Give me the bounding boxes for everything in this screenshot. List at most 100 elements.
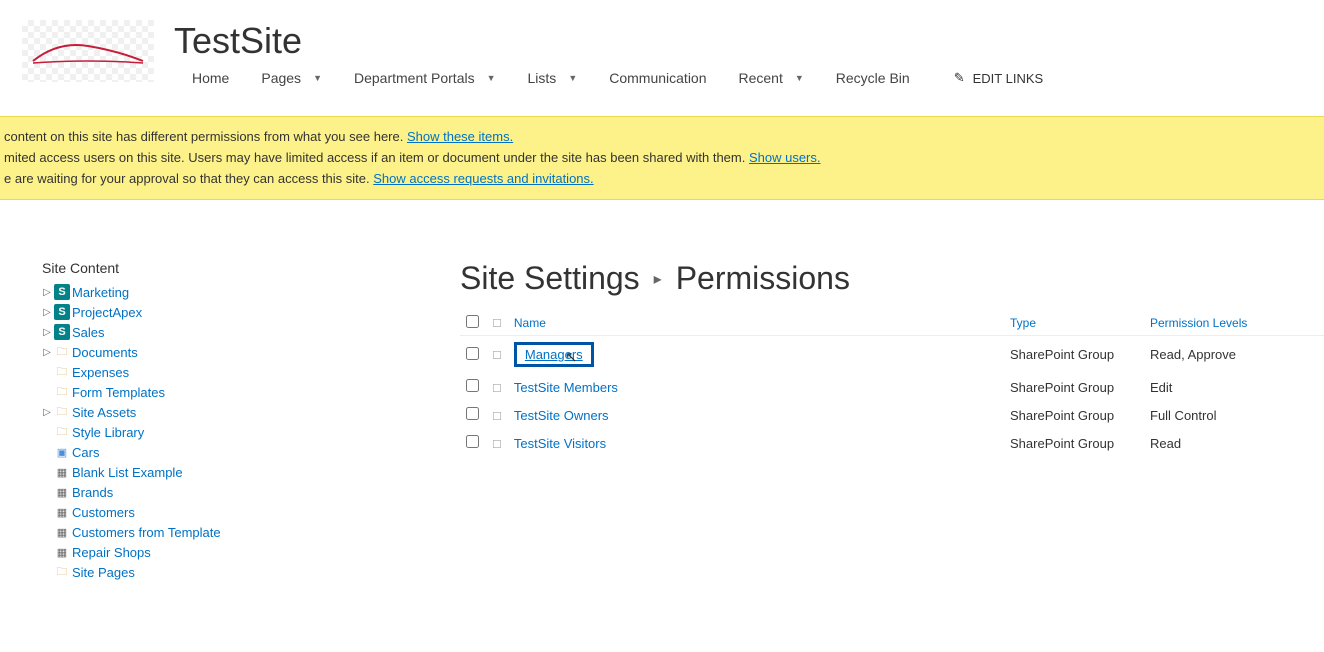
tree-link[interactable]: Marketing [72, 285, 129, 300]
type-header[interactable]: Type [1004, 311, 1144, 336]
nav-label: Lists [528, 70, 557, 86]
expander-icon[interactable]: ▷ [42, 307, 52, 318]
main-area: Site Content ▷SMarketing▷SProjectApex▷SS… [0, 200, 1324, 582]
permission-row: ☐TestSite MembersSharePoint GroupEdit [460, 373, 1324, 401]
tree-link[interactable]: Site Pages [72, 565, 135, 580]
permission-name-link[interactable]: TestSite Members [514, 380, 618, 395]
nav-label: Department Portals [354, 70, 475, 86]
permission-row: ☐ManagersSharePoint GroupRead, Approve [460, 336, 1324, 374]
permission-levels: Read [1144, 429, 1324, 457]
nav-label: Recycle Bin [836, 70, 910, 86]
folder-icon: 🗀 [54, 364, 70, 380]
permission-type: SharePoint Group [1004, 336, 1144, 374]
tree-item-documents[interactable]: ▷🗀Documents [42, 342, 400, 362]
header-right: TestSite HomePages▼Department Portals▼Li… [174, 20, 1043, 92]
permission-row: ☐TestSite VisitorsSharePoint GroupRead [460, 429, 1324, 457]
chevron-down-icon: ▼ [795, 73, 804, 83]
nav-item-pages[interactable]: Pages▼ [245, 64, 338, 92]
tree-item-expenses[interactable]: 🗀Expenses [42, 362, 400, 382]
list-icon: ▦ [54, 524, 70, 540]
show-requests-link[interactable]: Show access requests and invitations. [373, 171, 593, 186]
show-users-link[interactable]: Show users. [749, 150, 821, 165]
tree-item-sales[interactable]: ▷SSales [42, 322, 400, 342]
image-icon: ▣ [54, 444, 70, 460]
edit-icon: ☐ [492, 318, 502, 330]
list-icon: ▦ [54, 464, 70, 480]
nav-item-department-portals[interactable]: Department Portals▼ [338, 64, 512, 92]
row-checkbox[interactable] [466, 347, 479, 360]
tree-item-customers[interactable]: ▦Customers [42, 502, 400, 522]
row-checkbox[interactable] [466, 435, 479, 448]
permission-name-link[interactable]: TestSite Visitors [514, 436, 606, 451]
permissions-table: ☐ Name Type Permission Levels ☐ Managers S… [460, 311, 1324, 457]
folder-icon: 🗀 [54, 404, 70, 420]
levels-header[interactable]: Permission Levels [1144, 311, 1324, 336]
chevron-down-icon: ▼ [313, 73, 322, 83]
list-icon: ▦ [54, 544, 70, 560]
nav-item-recycle-bin[interactable]: Recycle Bin [820, 64, 926, 92]
row-checkbox[interactable] [466, 407, 479, 420]
site-content-tree: ▷SMarketing▷SProjectApex▷SSales▷🗀Documen… [42, 282, 400, 582]
folder-icon: 🗀 [54, 384, 70, 400]
tree-link[interactable]: Site Assets [72, 405, 136, 420]
nav-item-lists[interactable]: Lists▼ [512, 64, 594, 92]
notification-line-1: content on this site has different permi… [4, 127, 1324, 148]
tree-item-site-assets[interactable]: ▷🗀Site Assets [42, 402, 400, 422]
row-edit-icon[interactable]: ☐ [492, 411, 502, 423]
row-edit-icon[interactable]: ☐ [492, 439, 502, 451]
tree-link[interactable]: Customers from Template [72, 525, 221, 540]
select-all-header [460, 311, 486, 336]
select-all-checkbox[interactable] [466, 315, 479, 328]
tree-item-projectapex[interactable]: ▷SProjectApex [42, 302, 400, 322]
tree-link[interactable]: Brands [72, 485, 113, 500]
tree-item-repair-shops[interactable]: ▦Repair Shops [42, 542, 400, 562]
notification-text: mited access users on this site. Users m… [4, 150, 749, 165]
tree-item-blank-list-example[interactable]: ▦Blank List Example [42, 462, 400, 482]
tree-item-marketing[interactable]: ▷SMarketing [42, 282, 400, 302]
tree-item-form-templates[interactable]: 🗀Form Templates [42, 382, 400, 402]
tree-item-customers-from-template[interactable]: ▦Customers from Template [42, 522, 400, 542]
edit-links-button[interactable]: ✎EDIT LINKS [954, 70, 1043, 86]
nav-item-communication[interactable]: Communication [593, 64, 722, 92]
tree-link[interactable]: Blank List Example [72, 465, 183, 480]
expander-icon[interactable]: ▷ [42, 287, 52, 298]
nav-label: Communication [609, 70, 706, 86]
tree-link[interactable]: Cars [72, 445, 99, 460]
show-items-link[interactable]: Show these items. [407, 129, 513, 144]
permission-levels: Full Control [1144, 401, 1324, 429]
tree-link[interactable]: Style Library [72, 425, 144, 440]
row-edit-icon[interactable]: ☐ [492, 383, 502, 395]
breadcrumb-part-1[interactable]: Site Settings [460, 260, 640, 297]
notification-text: e are waiting for your approval so that … [4, 171, 373, 186]
expander-icon[interactable]: ▷ [42, 327, 52, 338]
breadcrumb-part-2: Permissions [676, 260, 850, 297]
name-header[interactable]: Name [508, 311, 1004, 336]
nav-item-recent[interactable]: Recent▼ [723, 64, 820, 92]
permission-name-link[interactable]: Managers [514, 342, 594, 367]
site-icon: S [54, 304, 70, 320]
folder-icon: 🗀 [54, 424, 70, 440]
tree-link[interactable]: Form Templates [72, 385, 165, 400]
tree-item-site-pages[interactable]: 🗀Site Pages [42, 562, 400, 582]
site-logo[interactable] [22, 20, 154, 82]
tree-item-style-library[interactable]: 🗀Style Library [42, 422, 400, 442]
tree-link[interactable]: ProjectApex [72, 305, 142, 320]
tree-item-cars[interactable]: ▣Cars [42, 442, 400, 462]
permission-name-link[interactable]: TestSite Owners [514, 408, 609, 423]
tree-item-brands[interactable]: ▦Brands [42, 482, 400, 502]
tree-link[interactable]: Repair Shops [72, 545, 151, 560]
nav-item-home[interactable]: Home [176, 64, 245, 92]
tree-link[interactable]: Sales [72, 325, 105, 340]
notification-line-2: mited access users on this site. Users m… [4, 148, 1324, 169]
expander-icon[interactable]: ▷ [42, 407, 52, 418]
tree-link[interactable]: Documents [72, 345, 138, 360]
edit-header: ☐ [486, 311, 508, 336]
permission-row: ☐TestSite OwnersSharePoint GroupFull Con… [460, 401, 1324, 429]
tree-link[interactable]: Customers [72, 505, 135, 520]
row-edit-icon[interactable]: ☐ [492, 350, 502, 362]
sidebar-title: Site Content [42, 260, 400, 276]
tree-link[interactable]: Expenses [72, 365, 129, 380]
expander-icon[interactable]: ▷ [42, 347, 52, 358]
row-checkbox[interactable] [466, 379, 479, 392]
site-title[interactable]: TestSite [174, 20, 1043, 62]
